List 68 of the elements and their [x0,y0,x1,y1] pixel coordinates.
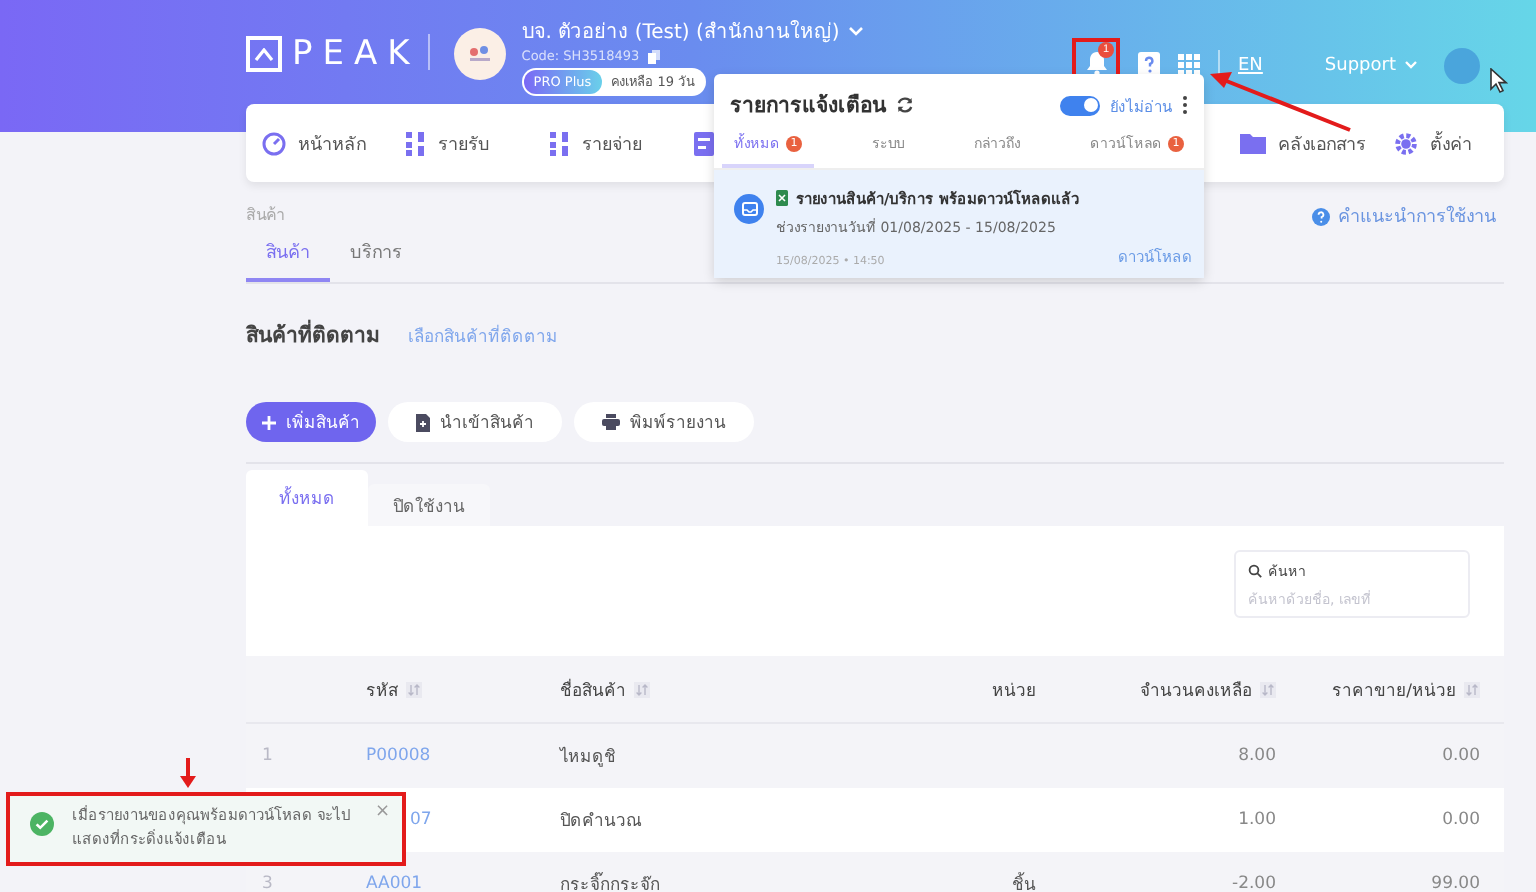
language-link[interactable]: EN [1238,55,1263,75]
print-report-button[interactable]: พิมพ์รายงาน [574,402,754,442]
table-cell-text: ปิดคำนวณ [560,810,644,834]
column-header[interactable]: ราคาขาย/หน่วย [1332,675,1456,703]
tab[interactable]: ทั้งหมด [246,470,368,526]
help-link[interactable]: คำแนะนำการใช้งาน [1338,202,1496,230]
gauge-icon [262,131,286,155]
chevron-down-icon[interactable] [1404,60,1418,70]
copy-icon[interactable] [647,49,660,63]
table-cell-text: 1.00 [1236,810,1278,830]
blocks-icon [550,131,570,155]
spreadsheet-icon [776,190,788,206]
panel-title: รายการแจ้งเตือน [730,91,886,122]
column-header[interactable]: รหัส [366,675,398,703]
logo[interactable]: PEAK [246,34,420,74]
product-code-link[interactable]: AA001 [366,874,423,892]
tab[interactable]: ปิดใช้งาน [368,484,490,526]
more-icon[interactable] [1182,96,1188,114]
blocks-icon [406,131,426,155]
product-code-link[interactable]: 07 [410,810,432,830]
cursor-icon [1490,68,1508,94]
nav-item[interactable]: รายจ่าย [550,129,694,157]
product-code-link[interactable]: P00008 [366,746,431,766]
table-cell-text: 99.00 [1429,874,1482,892]
chevron-down-icon[interactable] [847,26,864,36]
search-icon [1248,564,1262,578]
unread-toggle[interactable] [1060,95,1100,115]
table-cell-text: 0.00 [1440,810,1482,830]
plus-icon [262,415,276,429]
table-cell: ชิ้น [1012,876,1036,892]
import-button[interactable]: นำเข้าสินค้า [388,402,562,442]
section-title: สินค้าที่ติดตาม [246,318,380,352]
annotation-arrow [1208,72,1352,132]
file-icon [416,413,430,431]
breadcrumb[interactable]: สินค้า [246,202,284,228]
tab[interactable]: บริการ [330,238,422,282]
table-cell-text: 0.00 [1440,746,1482,766]
annotation-arrow [180,758,196,788]
row-number: 3 [260,874,275,892]
tab[interactable]: สินค้า [246,238,330,282]
company-name[interactable]: บจ. ตัวอย่าง (Test) (สำนักงานใหญ่) [521,16,840,46]
refresh-icon[interactable] [896,96,914,114]
company-avatar [453,28,506,80]
nav-item[interactable]: ตั้งค่า [1394,129,1488,157]
user-avatar[interactable] [1444,47,1480,83]
add-product-button[interactable]: เพิ่มสินค้า [246,402,376,442]
sort-icon[interactable] [406,681,422,697]
nav-item[interactable]: คลังเอกสาร [1240,129,1394,157]
sort-icon[interactable] [1464,681,1480,697]
help-icon [1312,207,1330,225]
column-header[interactable]: จำนวนคงเหลือ [1140,675,1252,703]
table-cell-text: -2.00 [1230,874,1278,892]
column-header[interactable]: ชื่อสินค้า [560,675,626,703]
table-cell-text: ไหมดูชิ [560,744,618,770]
table-cell-text: กระจิ๊กกระจ๊ก [560,870,662,892]
check-icon [30,812,54,836]
settings-icon [1394,131,1418,155]
printer-icon [602,414,620,430]
table-cell-text: 8.00 [1236,746,1278,766]
column-header: หน่วย [992,679,1036,703]
select-tracked-link[interactable]: เลือกสินค้าที่ติดตาม [408,322,558,350]
close-button[interactable]: × [374,804,390,822]
inbox-icon [741,202,757,216]
sort-icon[interactable] [1260,681,1276,697]
sort-icon[interactable] [634,681,650,697]
row-number: 1 [260,746,275,766]
nav-item[interactable]: หน้าหลัก [262,129,406,157]
nav-item[interactable]: รายรับ [406,129,550,157]
